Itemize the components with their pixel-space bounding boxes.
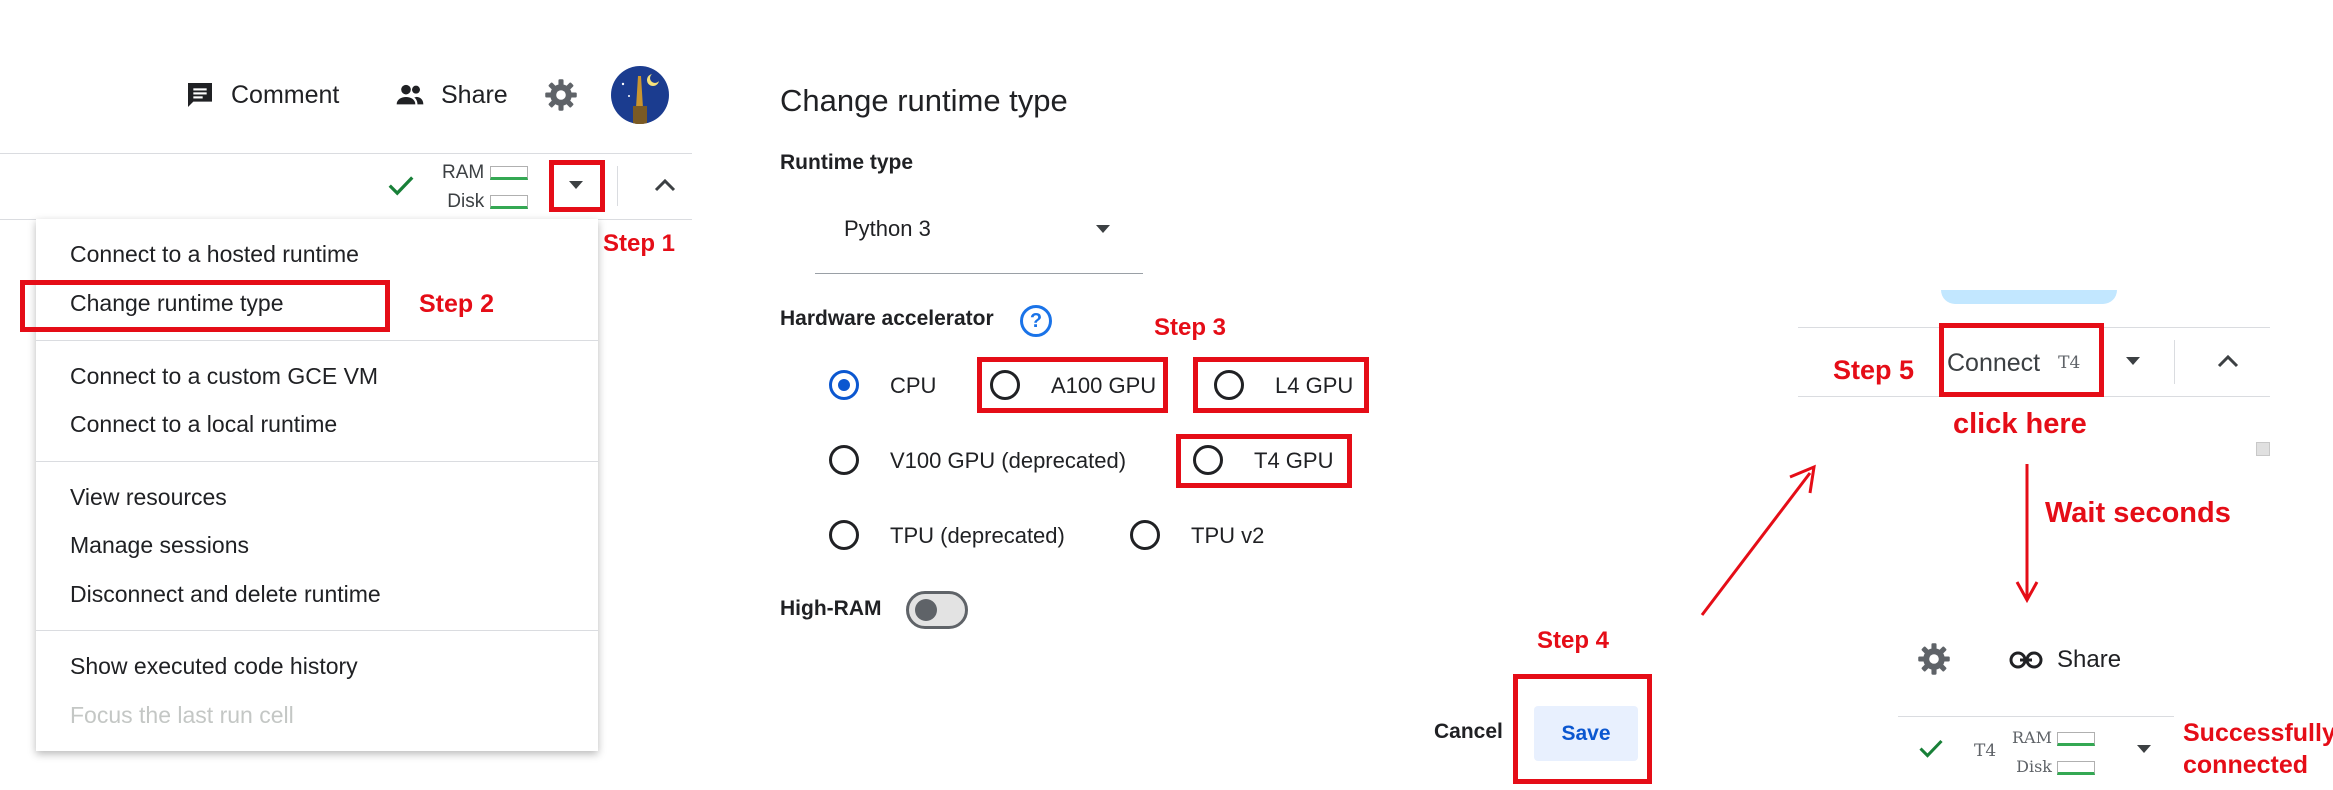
toolbar-separator <box>617 166 618 206</box>
radio-tpu-v2-label: TPU v2 <box>1191 523 1265 548</box>
l4-highlight <box>1193 357 1369 413</box>
gear-icon[interactable] <box>1916 641 1952 677</box>
resource-meters[interactable]: RAM Disk <box>442 158 528 216</box>
comment-label: Comment <box>231 80 340 109</box>
dropdown-caret-icon[interactable] <box>2121 352 2145 370</box>
high-ram-toggle[interactable] <box>906 591 968 629</box>
menu-connect-hosted[interactable]: Connect to a hosted runtime <box>70 241 359 268</box>
connect-bar-separator <box>2174 340 2175 384</box>
arrow-down <box>2015 464 2039 604</box>
cancel-button[interactable]: Cancel <box>1434 720 1503 744</box>
hardware-accelerator-label: Hardware accelerator <box>780 307 994 330</box>
avatar[interactable] <box>611 66 669 124</box>
radio-tpu[interactable] <box>829 520 859 550</box>
gear-icon[interactable] <box>543 77 579 113</box>
menu-manage-sessions[interactable]: Manage sessions <box>70 532 249 559</box>
resource-meters-connected[interactable]: RAM Disk <box>2012 723 2096 781</box>
check-icon <box>1919 739 1943 758</box>
step4-annotation: Step 4 <box>1537 627 1610 654</box>
chevron-up-icon[interactable] <box>2214 350 2242 372</box>
share-button[interactable]: Share <box>391 78 508 112</box>
radio-cpu-dot <box>838 379 850 391</box>
a100-highlight <box>977 357 1168 413</box>
step1-highlight <box>549 160 605 212</box>
step2-highlight <box>20 280 390 332</box>
people-icon <box>396 84 424 105</box>
chevron-up-icon[interactable] <box>651 174 679 196</box>
dropdown-caret-icon <box>1096 225 1110 233</box>
disk-meter <box>2057 760 2096 775</box>
menu-disconnect-delete[interactable]: Disconnect and delete runtime <box>70 581 381 608</box>
link-icon <box>2009 651 2043 669</box>
radio-tpu-v2[interactable] <box>1130 520 1160 550</box>
accelerator-tag-connected: T4 <box>1974 741 1997 761</box>
wait-annotation: Wait seconds <box>2045 497 2231 529</box>
radio-v100-label: V100 GPU (deprecated) <box>890 448 1127 473</box>
connected-bar-top-border <box>1898 716 2174 717</box>
disk-meter <box>489 194 528 209</box>
menu-focus-last-cell: Focus the last run cell <box>70 702 294 728</box>
t4-highlight <box>1176 434 1352 488</box>
step5-annotation: Step 5 <box>1833 355 1915 385</box>
dialog-title: Change runtime type <box>780 83 1068 118</box>
success-annotation-line1: Successfully <box>2183 719 2333 747</box>
dropdown-caret-icon[interactable] <box>2132 740 2156 758</box>
connect-highlight <box>1939 323 2104 397</box>
menu-divider <box>36 461 598 462</box>
runtime-type-value: Python 3 <box>844 216 931 241</box>
toolbar-top-border <box>0 153 692 154</box>
step1-annotation: Step 1 <box>603 230 676 257</box>
radio-cpu-label: CPU <box>890 373 937 398</box>
success-annotation-line2: connected <box>2183 751 2309 779</box>
radio-v100[interactable] <box>829 445 859 475</box>
ram-label: RAM <box>442 162 485 183</box>
high-ram-label: High-RAM <box>780 597 882 620</box>
check-icon <box>388 176 414 196</box>
radio-tpu-label: TPU (deprecated) <box>890 523 1065 548</box>
comment-button[interactable]: Comment <box>183 78 339 112</box>
share-label: Share <box>441 80 508 109</box>
highlight-blob <box>1941 290 2117 304</box>
ram-meter <box>2057 731 2096 746</box>
menu-view-resources[interactable]: View resources <box>70 484 227 511</box>
step3-annotation: Step 3 <box>1154 314 1227 341</box>
arrow-to-step5 <box>1700 464 1816 616</box>
menu-show-history[interactable]: Show executed code history <box>70 653 358 680</box>
ram-meter <box>489 165 528 180</box>
menu-connect-local[interactable]: Connect to a local runtime <box>70 411 337 438</box>
click-here-annotation: click here <box>1953 408 2087 440</box>
step2-annotation: Step 2 <box>419 290 495 318</box>
high-ram-toggle-knob <box>915 599 937 621</box>
share-button-connected[interactable]: Share <box>2009 643 2121 677</box>
comment-icon <box>188 83 212 107</box>
runtime-type-select[interactable]: Python 3 <box>815 200 1143 274</box>
disk-label: Disk <box>2016 757 2052 776</box>
share-label-connected: Share <box>2057 646 2122 673</box>
menu-connect-gce[interactable]: Connect to a custom GCE VM <box>70 363 378 390</box>
runtime-type-label: Runtime type <box>780 151 914 174</box>
menu-divider <box>36 630 598 631</box>
help-icon[interactable]: ? <box>1020 305 1052 337</box>
disk-label: Disk <box>447 191 485 212</box>
save-highlight <box>1513 674 1652 784</box>
radio-cpu[interactable] <box>829 370 859 400</box>
ram-label: RAM <box>2012 728 2052 747</box>
scrollbar-stub <box>2256 442 2270 456</box>
menu-divider <box>36 340 598 341</box>
